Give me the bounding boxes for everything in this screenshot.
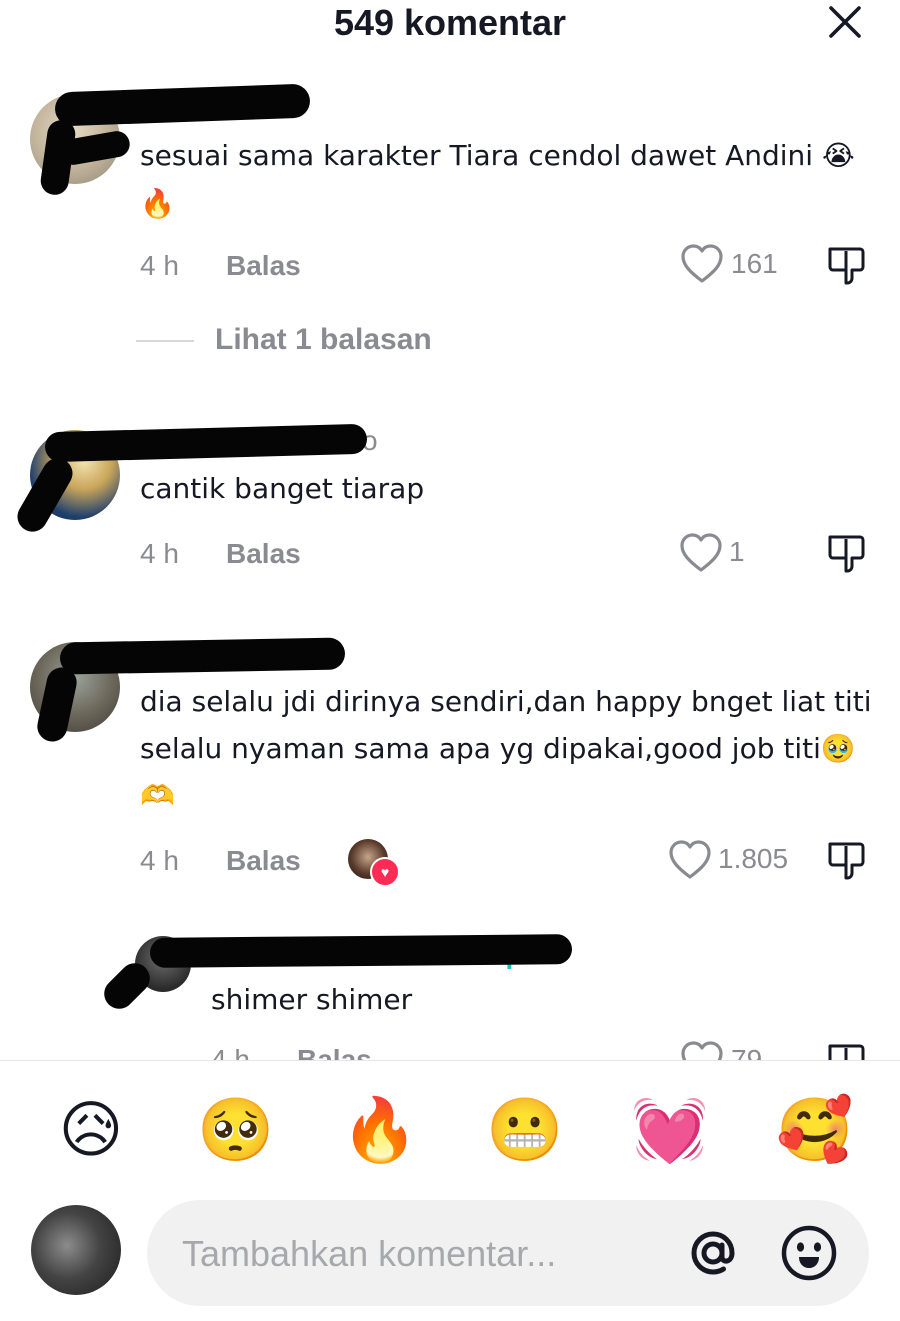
creator-heart-badge: ♥ xyxy=(370,857,400,887)
comment-item: uncipta shimer shimer 4 h Balas 79 xyxy=(0,930,900,1060)
user-avatar[interactable] xyxy=(31,1205,121,1295)
comment-item: o cantik banget tiarap 4 h Balas 1 xyxy=(0,420,900,590)
comment-input[interactable] xyxy=(180,1228,664,1280)
like-count: 79 xyxy=(731,1044,763,1060)
reply-button[interactable]: Balas xyxy=(226,538,301,570)
heart-icon[interactable] xyxy=(680,243,724,285)
comment-item: sesuai sama karakter Tiara cendol dawet … xyxy=(0,80,900,370)
heart-icon[interactable] xyxy=(668,839,712,881)
quick-emoji-button[interactable]: 🥰 xyxy=(775,1090,855,1170)
comment-time: 4 h xyxy=(140,538,179,569)
reply-button[interactable]: Balas xyxy=(226,845,301,877)
thumbs-down-icon[interactable] xyxy=(826,1042,866,1060)
comment-time: 4 h xyxy=(140,845,179,876)
comment-text: cantik banget tiarap xyxy=(140,472,425,505)
comment-text: 🫶 xyxy=(140,779,175,812)
thumbs-down-icon[interactable] xyxy=(826,840,866,882)
comment-item: dia selalu jdi dirinya sendiri,dan happy… xyxy=(0,632,900,892)
like-count: 161 xyxy=(731,248,778,279)
smile-icon[interactable] xyxy=(780,1224,838,1282)
like-count: 1.805 xyxy=(718,843,789,874)
quick-emoji-button[interactable]: 💓 xyxy=(630,1090,710,1170)
quick-emoji-button[interactable]: 🔥 xyxy=(340,1090,420,1170)
close-button[interactable] xyxy=(820,0,870,44)
quick-emoji-button[interactable]: 🥺 xyxy=(196,1090,276,1170)
reply-button[interactable]: Balas xyxy=(226,250,301,282)
quick-emoji-button[interactable]: 😥 xyxy=(51,1090,131,1170)
redaction-mark xyxy=(54,83,311,127)
comment-text: selalu nyaman sama apa yg dipakai,good j… xyxy=(140,732,856,765)
comment-input-container xyxy=(147,1200,869,1306)
comment-text: shimer shimer xyxy=(211,983,413,1016)
redaction-mark xyxy=(149,934,573,968)
quick-emoji-button[interactable]: 😬 xyxy=(485,1090,565,1170)
thumbs-down-icon[interactable] xyxy=(826,245,866,287)
replies-divider xyxy=(136,340,194,342)
close-icon[interactable] xyxy=(828,5,862,39)
redaction-mark xyxy=(44,423,368,463)
page-title: 549 komentar xyxy=(333,2,567,43)
thumbs-down-icon[interactable] xyxy=(826,533,866,575)
comment-text: sesuai sama karakter Tiara cendol dawet … xyxy=(140,139,855,172)
reply-button[interactable]: Balas xyxy=(297,1044,372,1060)
at-icon[interactable] xyxy=(685,1225,741,1281)
comment-text: dia selalu jdi dirinya sendiri,dan happy… xyxy=(140,685,872,718)
comment-text: 🔥 xyxy=(140,187,175,220)
heart-icon[interactable] xyxy=(680,1040,724,1060)
redaction-mark xyxy=(59,637,346,675)
heart-icon[interactable] xyxy=(679,532,723,574)
view-replies-button[interactable]: Lihat 1 balasan xyxy=(215,323,432,357)
comment-time: 4 h xyxy=(140,250,179,281)
comment-time: 4 h xyxy=(211,1044,250,1060)
like-count: 1 xyxy=(729,536,745,567)
